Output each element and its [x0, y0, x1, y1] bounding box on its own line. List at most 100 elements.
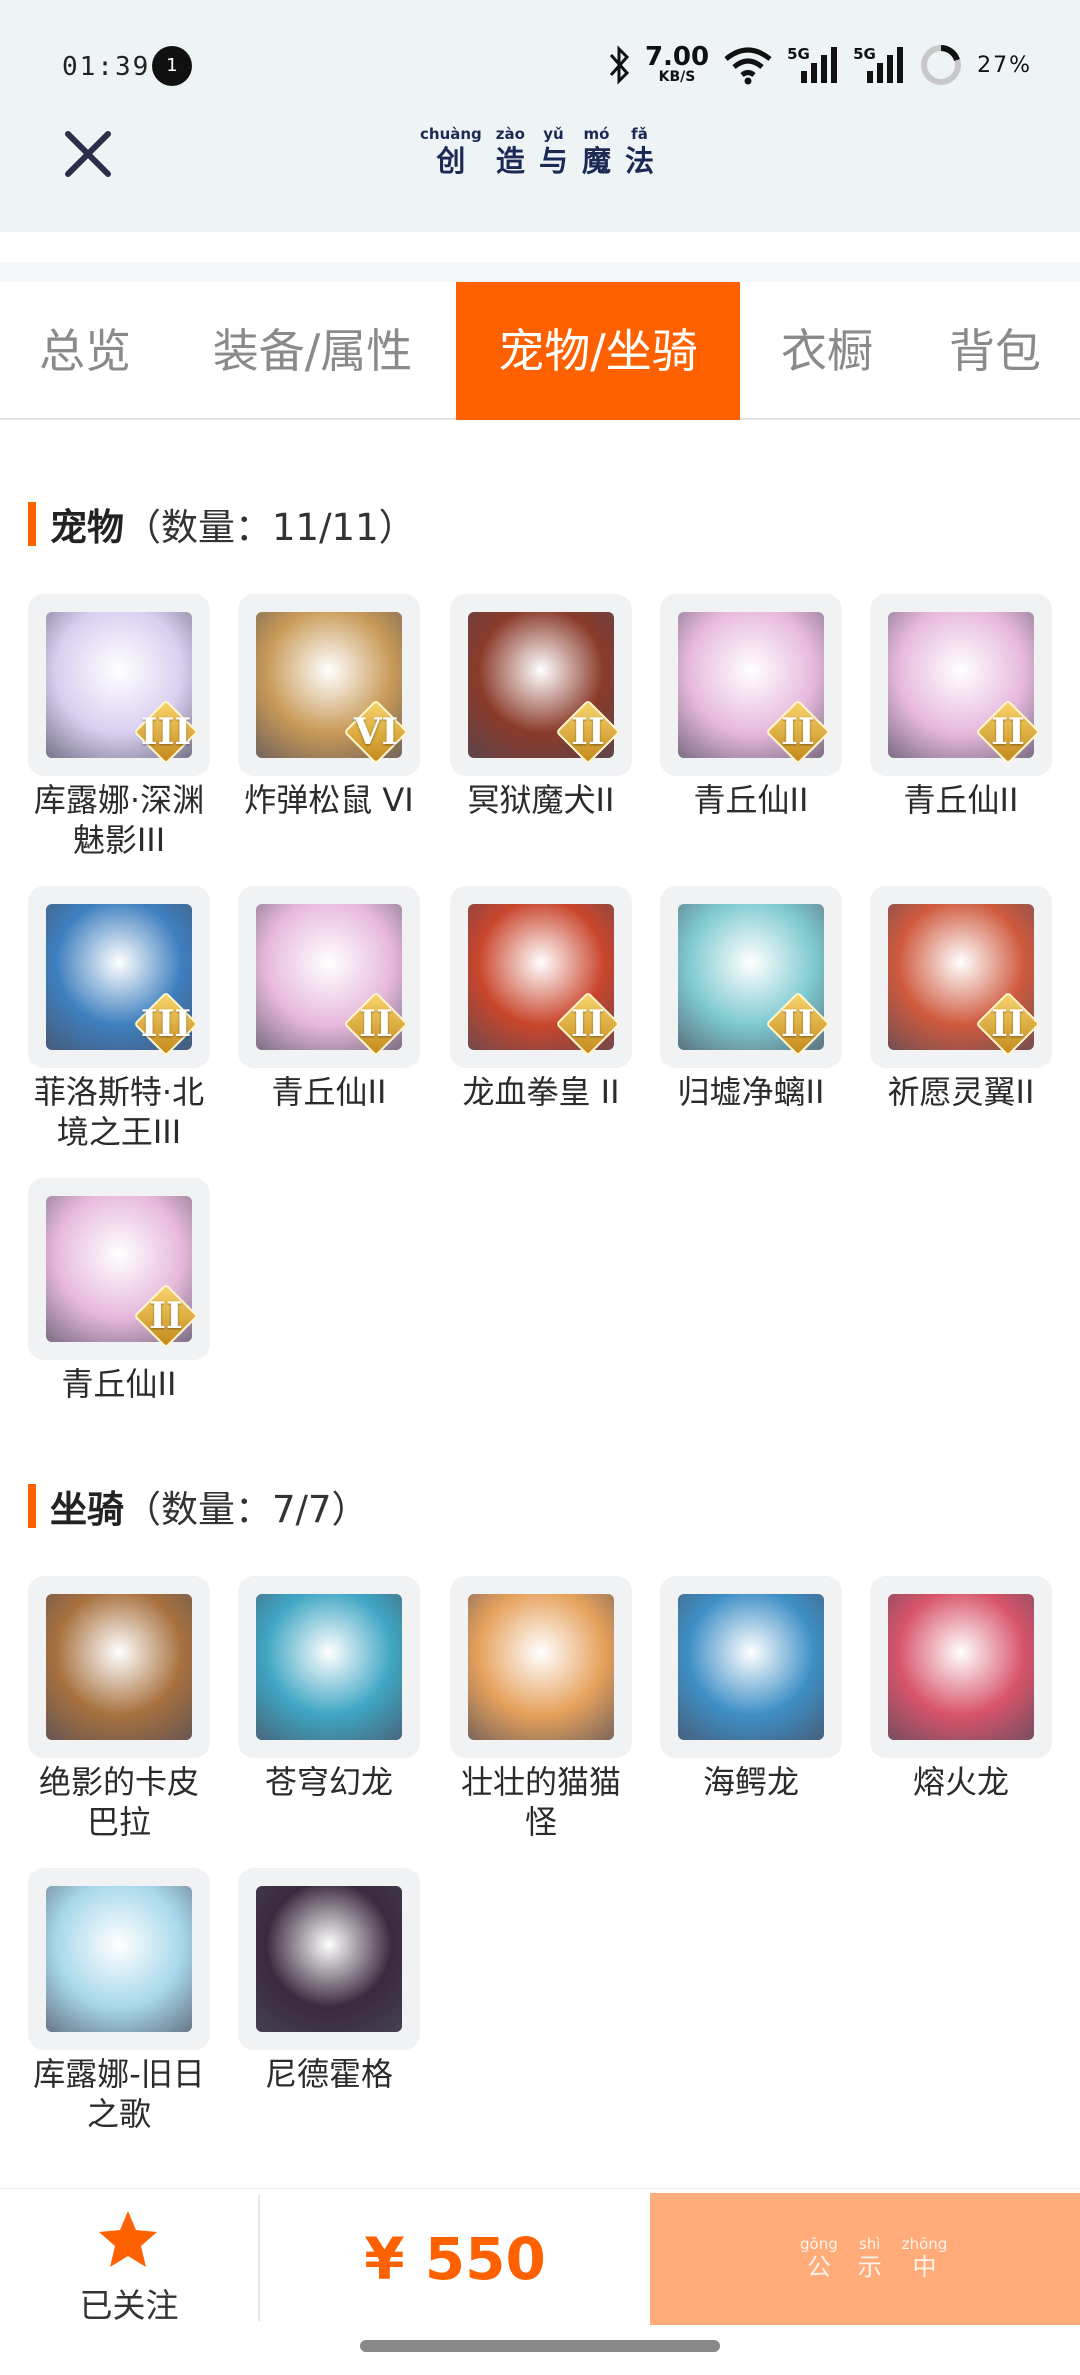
- mount-image: [870, 1576, 1052, 1758]
- tab-pets-mounts[interactable]: 宠物/坐骑: [456, 282, 740, 420]
- wifi-icon: [724, 47, 772, 85]
- pet-name: 炸弹松鼠 VI: [244, 781, 414, 819]
- mount-card[interactable]: 熔火龙: [870, 1576, 1052, 1802]
- tab-equipment[interactable]: 装备/属性: [185, 282, 440, 420]
- title-char: zào 造: [495, 125, 525, 178]
- mount-name: 尼德霍格: [264, 2055, 393, 2093]
- title-char: mó 魔: [581, 125, 611, 178]
- rank-badge: III: [133, 991, 199, 1057]
- status-icons: 7.00 KB/S 5G 5G 27%: [607, 40, 1032, 90]
- price: ¥ 550: [364, 2225, 546, 2293]
- mount-image: [28, 1576, 210, 1758]
- title-char: fǎ 法: [625, 125, 655, 178]
- status-char: shì 示: [857, 2235, 882, 2281]
- mount-image: [238, 1868, 420, 2050]
- tab-backpack[interactable]: 背包: [920, 282, 1070, 420]
- pet-image: II: [238, 886, 420, 1068]
- pet-name: 祈愿灵翼II: [887, 1073, 1035, 1111]
- mounts-section-title: 坐骑 （数量：7/7）: [28, 1482, 369, 1531]
- status-bar: 01:39 1 7.00 KB/S 5G 5G 27%: [0, 0, 1080, 120]
- signal-icon-2: 5G: [853, 45, 905, 85]
- pet-name: 冥狱魔犬II: [467, 781, 615, 819]
- mount-name: 海鳄龙: [702, 1763, 799, 1801]
- title-char: chuàng 创: [420, 125, 482, 178]
- rank-badge: II: [343, 991, 409, 1057]
- status-button[interactable]: gōng 公 shì 示 zhōng 中: [650, 2193, 1080, 2325]
- pet-image: II: [28, 1178, 210, 1360]
- rank-badge: III: [133, 699, 199, 765]
- bluetooth-icon: [609, 45, 629, 85]
- status-char: gōng 公: [800, 2235, 838, 2281]
- star-icon: [99, 2211, 157, 2267]
- pet-name: 青丘仙II: [903, 781, 1019, 819]
- pet-card[interactable]: II 龙血拳皇 II: [450, 886, 632, 1112]
- mount-image: [450, 1576, 632, 1758]
- mount-name: 壮壮的猫猫怪: [460, 1763, 621, 1841]
- mount-name: 绝影的卡皮巴拉: [38, 1763, 199, 1841]
- tab-bar: 总览 装备/属性 宠物/坐骑 衣橱 背包: [0, 282, 1080, 420]
- mount-name: 库露娜-旧日之歌: [33, 2055, 205, 2133]
- home-indicator[interactable]: [360, 2340, 720, 2352]
- pet-name: 青丘仙II: [61, 1365, 177, 1403]
- pet-image: II: [870, 594, 1052, 776]
- header-area: 01:39 1 7.00 KB/S 5G 5G 27% chuàng 创 zào…: [0, 0, 1080, 232]
- pet-card[interactable]: III 菲洛斯特·北境之王III: [28, 886, 210, 1152]
- mount-card[interactable]: 苍穹幻龙: [238, 1576, 420, 1802]
- pet-image: II: [450, 886, 632, 1068]
- follow-button[interactable]: 已关注: [0, 2189, 258, 2329]
- mount-card[interactable]: 壮壮的猫猫怪: [450, 1576, 632, 1842]
- pet-card[interactable]: II 冥狱魔犬II: [450, 594, 632, 820]
- rank-badge: II: [765, 991, 831, 1057]
- follow-label: 已关注: [79, 2286, 179, 2325]
- pet-card[interactable]: VI 炸弹松鼠 VI: [238, 594, 420, 820]
- pet-image: II: [450, 594, 632, 776]
- page-title: chuàng 创 zào 造 yǔ 与 mó 魔 fǎ 法: [420, 125, 654, 179]
- pet-card[interactable]: II 祈愿灵翼II: [870, 886, 1052, 1112]
- mount-image: [28, 1868, 210, 2050]
- pet-image: II: [660, 886, 842, 1068]
- pet-card[interactable]: II 青丘仙II: [660, 594, 842, 820]
- mount-image: [238, 1576, 420, 1758]
- pet-name: 菲洛斯特·北境之王III: [33, 1073, 205, 1151]
- pet-card[interactable]: II 青丘仙II: [28, 1178, 210, 1404]
- tab-wardrobe[interactable]: 衣橱: [752, 282, 902, 420]
- signal-icon-1: 5G: [787, 45, 839, 85]
- pet-name: 青丘仙II: [693, 781, 809, 819]
- pet-name: 青丘仙II: [271, 1073, 387, 1111]
- battery-ring-icon: [921, 45, 962, 85]
- tab-overview[interactable]: 总览: [0, 282, 170, 420]
- status-char: zhōng 中: [901, 2235, 948, 2281]
- bottom-action-bar: 已关注 ¥ 550 gōng 公 shì 示 zhōng 中: [0, 2188, 1080, 2328]
- mount-image: [660, 1576, 842, 1758]
- pet-name: 归墟净螭II: [677, 1073, 825, 1111]
- pet-name: 库露娜·深渊魅影III: [33, 781, 205, 859]
- mount-name: 苍穹幻龙: [264, 1763, 393, 1801]
- close-icon[interactable]: [58, 124, 118, 184]
- notification-badge: 1: [152, 46, 192, 86]
- net-speed: 7.00 KB/S: [644, 42, 710, 85]
- rank-badge: II: [555, 991, 621, 1057]
- pet-image: II: [660, 594, 842, 776]
- pet-name: 龙血拳皇 II: [462, 1073, 620, 1111]
- battery-level: 27%: [977, 52, 1032, 78]
- pets-section-title: 宠物 （数量：11/11）: [28, 500, 416, 549]
- mount-card[interactable]: 库露娜-旧日之歌: [28, 1868, 210, 2134]
- rank-badge: II: [133, 1283, 199, 1349]
- mount-name: 熔火龙: [912, 1763, 1009, 1801]
- status-time: 01:39: [62, 52, 151, 82]
- rank-badge: II: [975, 699, 1041, 765]
- title-char: yǔ 与: [538, 125, 568, 178]
- mount-card[interactable]: 尼德霍格: [238, 1868, 420, 2094]
- pet-image: III: [28, 886, 210, 1068]
- pet-card[interactable]: II 归墟净螭II: [660, 886, 842, 1112]
- pet-card[interactable]: III 库露娜·深渊魅影III: [28, 594, 210, 860]
- mount-card[interactable]: 绝影的卡皮巴拉: [28, 1576, 210, 1842]
- mount-card[interactable]: 海鳄龙: [660, 1576, 842, 1802]
- pet-image: III: [28, 594, 210, 776]
- pet-card[interactable]: II 青丘仙II: [238, 886, 420, 1112]
- rank-badge: II: [555, 699, 621, 765]
- rank-badge: II: [765, 699, 831, 765]
- pet-card[interactable]: II 青丘仙II: [870, 594, 1052, 820]
- pet-image: II: [870, 886, 1052, 1068]
- rank-badge: II: [975, 991, 1041, 1057]
